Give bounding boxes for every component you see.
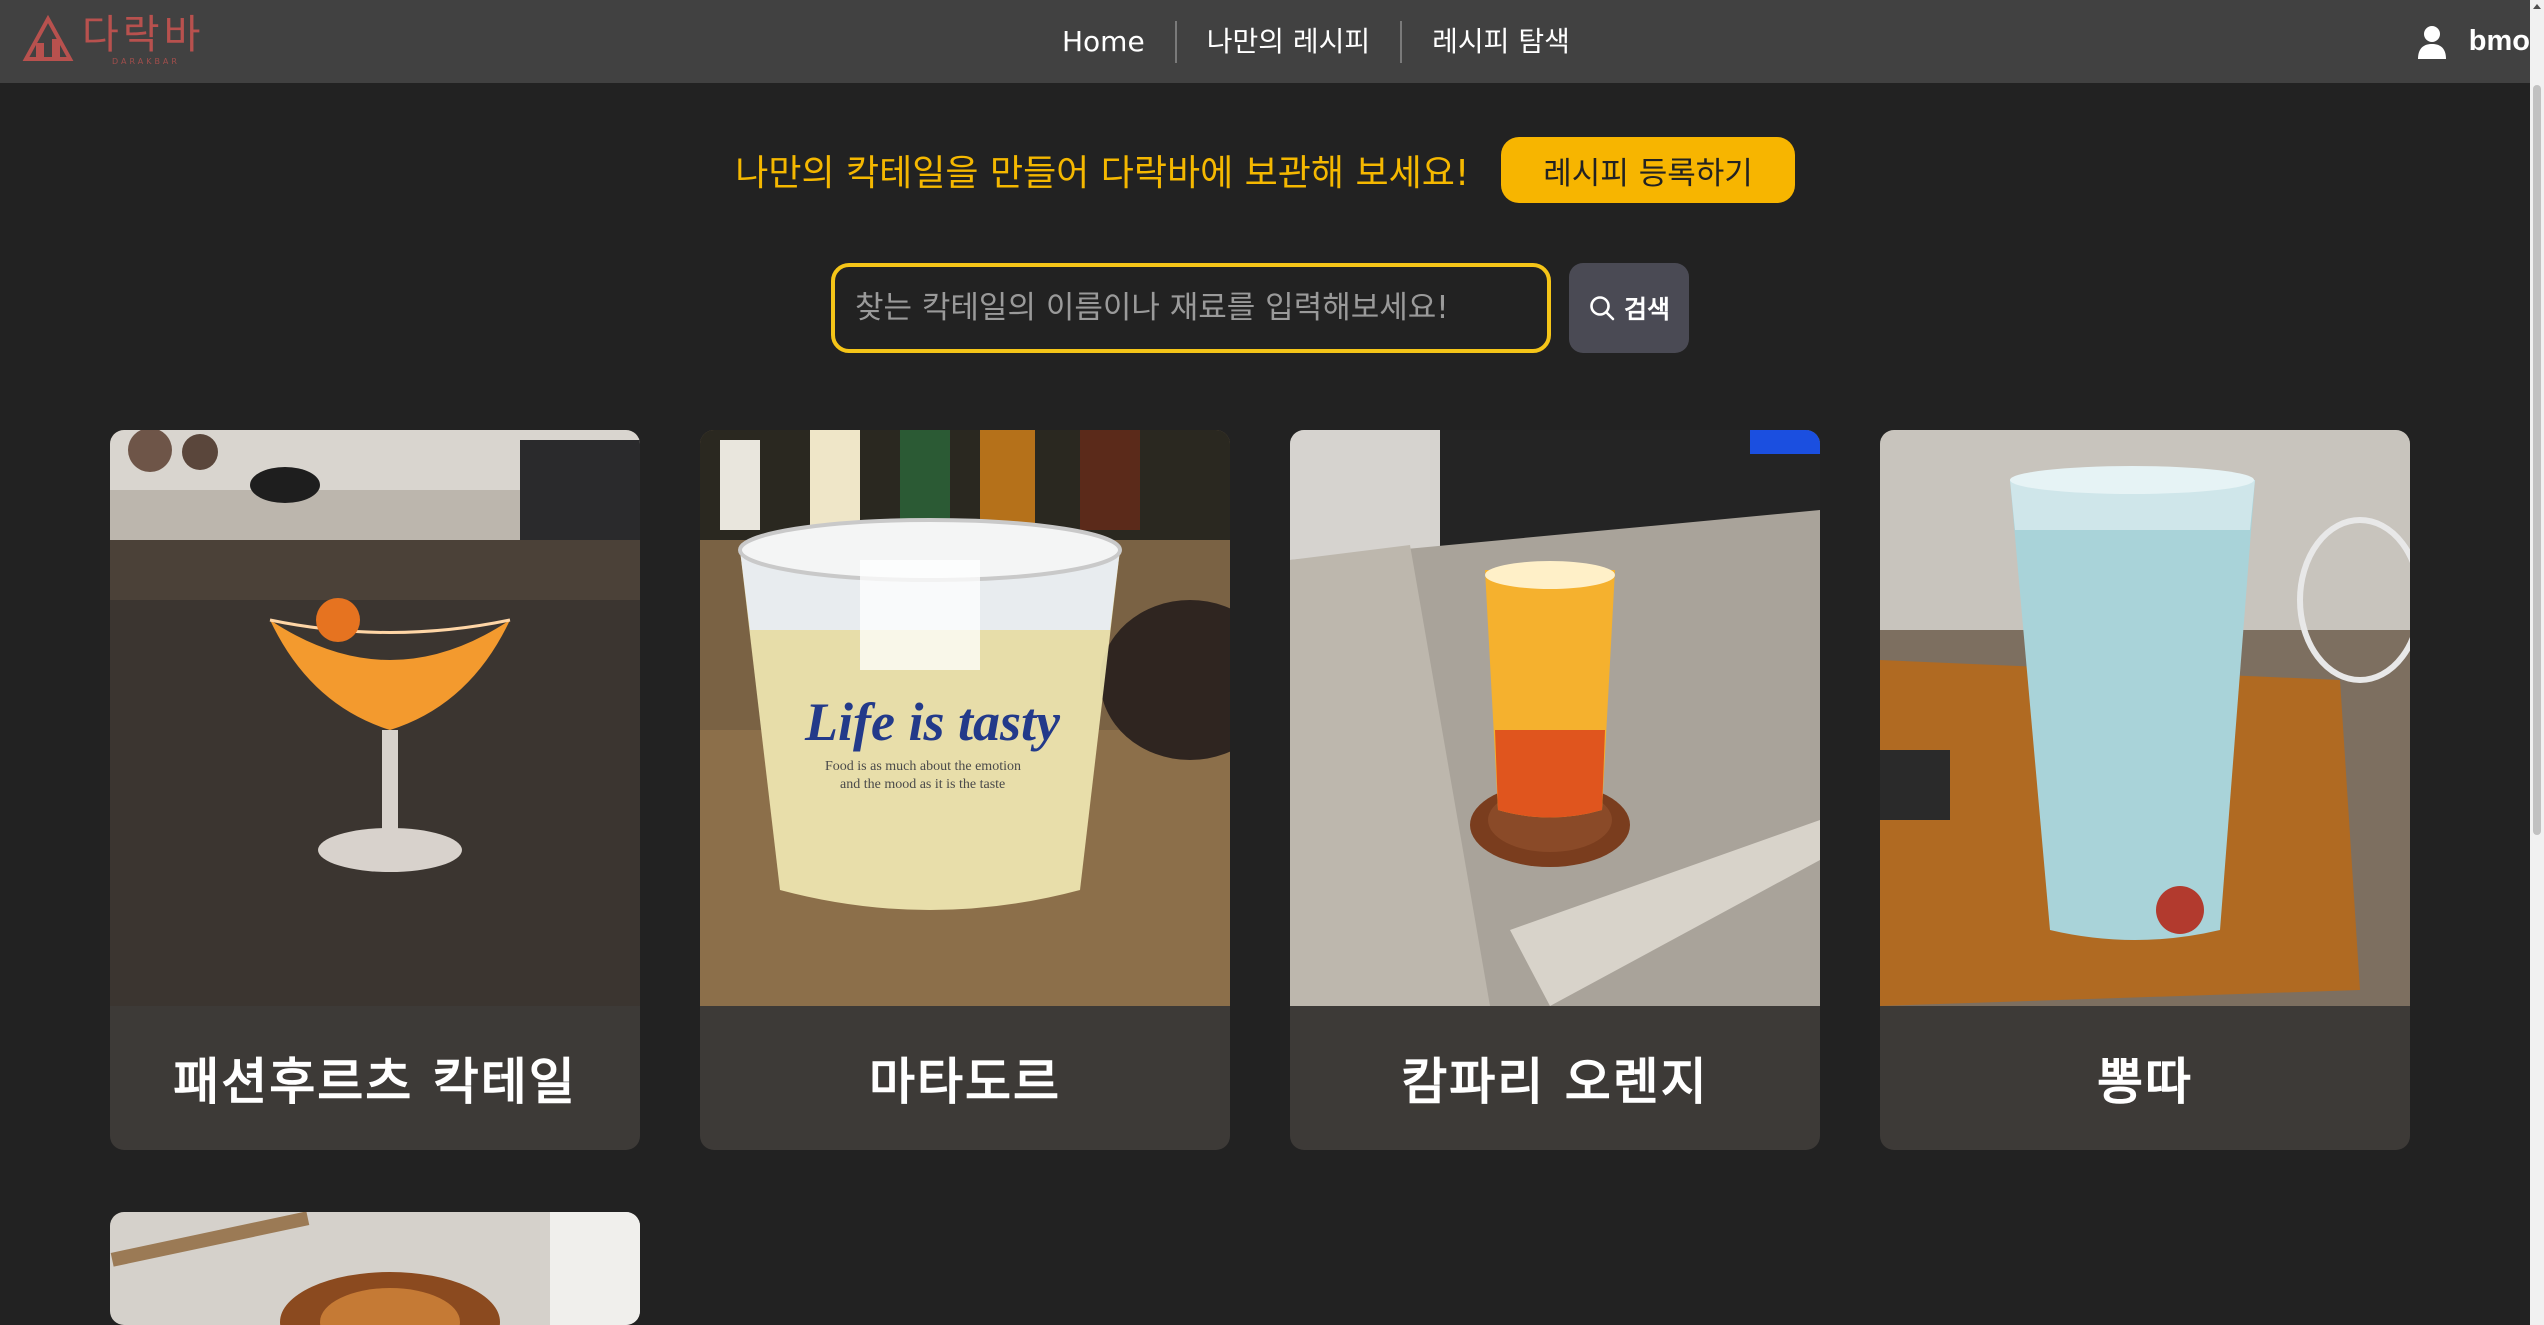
user-icon[interactable] <box>2417 25 2447 59</box>
recipe-card[interactable]: 뽕따 <box>1880 430 2410 1150</box>
top-navigation-bar: 다락바 DARAKBAR Home 나만의 레시피 레시피 탐색 bmo <box>0 0 2530 83</box>
recipe-card[interactable]: 패션후르츠 칵테일 <box>110 430 640 1150</box>
nav-my-recipes[interactable]: 나만의 레시피 <box>1177 22 1400 62</box>
svg-text:and the mood as it is the tast: and the mood as it is the taste <box>840 777 1005 792</box>
scrollbar-thumb[interactable] <box>2533 85 2541 835</box>
user-name[interactable]: bmo <box>2469 25 2530 58</box>
logo-subtitle: DARAKBAR <box>112 56 180 66</box>
nav-explore-recipes[interactable]: 레시피 탐색 <box>1402 22 1600 62</box>
nav-home[interactable]: Home <box>1032 22 1175 62</box>
recipe-card[interactable]: 캄파리 오렌지 <box>1290 430 1820 1150</box>
yellow-glass-image: Life is tasty Food is as much about the … <box>700 430 1230 1006</box>
search-icon <box>1590 296 1615 321</box>
blue-pint-image <box>1880 430 2410 1006</box>
search-input[interactable] <box>831 263 1551 353</box>
search-button[interactable]: 검색 <box>1569 263 1689 353</box>
card-title[interactable]: 패션후르츠 칵테일 <box>110 1006 640 1150</box>
svg-text:Food is as much about the emot: Food is as much about the emotion <box>825 759 1021 774</box>
search-bar: 검색 <box>831 263 1689 353</box>
search-button-label: 검색 <box>1623 295 1670 324</box>
site-logo[interactable]: 다락바 DARAKBAR <box>22 8 212 70</box>
recipe-card[interactable] <box>110 1212 640 1325</box>
card-title[interactable]: 캄파리 오렌지 <box>1290 1006 1820 1150</box>
recipe-card[interactable]: Life is tasty Food is as much about the … <box>700 430 1230 1150</box>
main-nav: Home 나만의 레시피 레시피 탐색 <box>1032 0 1600 83</box>
promo-banner: 나만의 칵테일을 만들어 다락바에 보관해 보세요! 레시피 등록하기 <box>0 136 2530 204</box>
card-title[interactable]: 마타도르 <box>700 1006 1230 1150</box>
register-recipe-button[interactable]: 레시피 등록하기 <box>1501 137 1795 203</box>
page-scrollbar[interactable] <box>2530 0 2544 1325</box>
scroll-up-arrow-icon[interactable] <box>2530 0 2544 14</box>
svg-text:Life is tasty: Life is tasty <box>804 692 1061 752</box>
card-title[interactable]: 뽕따 <box>1880 1006 2410 1150</box>
dried-orange-image <box>110 1212 640 1325</box>
logo-title: 다락바 <box>82 11 205 58</box>
orange-highball-image <box>1290 430 1820 1006</box>
house-logo-icon <box>22 15 74 61</box>
user-menu[interactable]: bmo <box>2417 0 2530 83</box>
orange-martini-image <box>110 430 640 1006</box>
promo-text: 나만의 칵테일을 만들어 다락바에 보관해 보세요! <box>735 153 1470 194</box>
